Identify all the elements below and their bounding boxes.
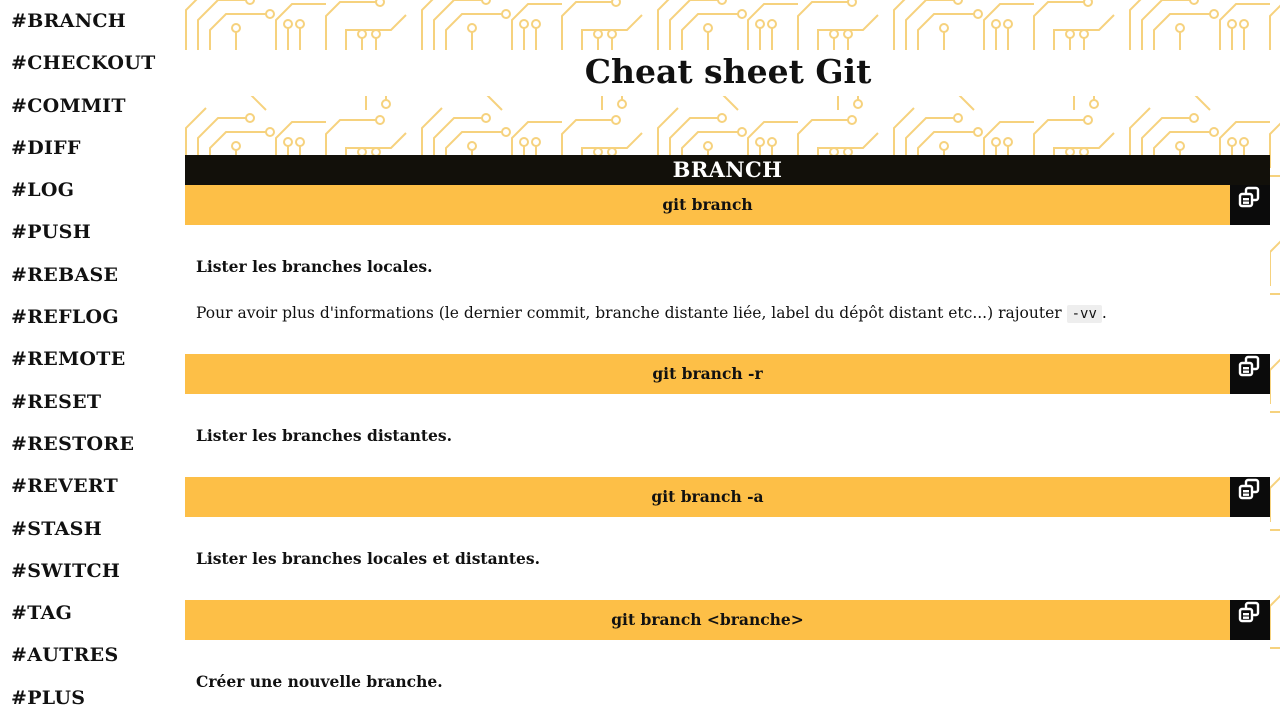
sidebar-item-plus[interactable]: #PLUS	[0, 684, 176, 720]
title-band: Cheat sheet Git	[176, 50, 1280, 96]
page-title: Cheat sheet Git	[584, 52, 872, 91]
copy-button[interactable]	[1230, 354, 1270, 394]
copy-icon	[1238, 477, 1262, 517]
copy-button[interactable]	[1230, 185, 1270, 225]
command-description: Lister les branches locales et distantes…	[185, 517, 1270, 600]
command-bar: git branch -a	[185, 477, 1270, 517]
sidebar-item-push[interactable]: #PUSH	[0, 218, 176, 260]
option-code: -vv	[1066, 305, 1102, 323]
detail-text: Pour avoir plus d'informations (le derni…	[196, 303, 1259, 324]
copy-icon	[1238, 354, 1262, 394]
sidebar-item-remote[interactable]: #REMOTE	[0, 345, 176, 387]
command-text: git branch -a	[651, 487, 764, 506]
sidebar-item-branch[interactable]: #BRANCH	[0, 7, 176, 49]
command-bar: git branch	[185, 185, 1270, 225]
command-bar: git branch -r	[185, 354, 1270, 394]
sidebar-item-revert[interactable]: #REVERT	[0, 472, 176, 514]
description-text: Lister les branches locales.	[196, 257, 433, 276]
description-text: Lister les branches locales et distantes…	[196, 549, 541, 568]
content-panel: BRANCH git branch Lister les branches lo…	[185, 155, 1270, 720]
copy-button[interactable]	[1230, 477, 1270, 517]
command-bar: git branch <branche>	[185, 600, 1270, 640]
description-text: Créer une nouvelle branche.	[196, 672, 443, 691]
command-description: Créer une nouvelle branche.	[185, 640, 1270, 720]
command-text: git branch	[662, 195, 753, 214]
sidebar-item-log[interactable]: #LOG	[0, 176, 176, 218]
section-title: BRANCH	[185, 155, 1270, 185]
sidebar-item-tag[interactable]: #TAG	[0, 599, 176, 641]
detail-text-after: .	[1101, 304, 1107, 322]
command-description: Lister les branches locales. Pour avoir …	[185, 225, 1270, 354]
command-text: git branch -r	[652, 364, 763, 383]
detail-text-before: Pour avoir plus d'informations (le derni…	[196, 304, 1067, 322]
sidebar-item-reset[interactable]: #RESET	[0, 388, 176, 430]
sidebar-item-checkout[interactable]: #CHECKOUT	[0, 49, 176, 91]
sidebar-item-restore[interactable]: #RESTORE	[0, 430, 176, 472]
sidebar-item-autres[interactable]: #AUTRES	[0, 641, 176, 683]
description-text: Lister les branches distantes.	[196, 426, 453, 445]
sidebar-nav: #BRANCH #CHECKOUT #COMMIT #DIFF #LOG #PU…	[0, 0, 176, 720]
sidebar-item-commit[interactable]: #COMMIT	[0, 92, 176, 134]
command-text: git branch <branche>	[611, 610, 804, 629]
sidebar-item-rebase[interactable]: #REBASE	[0, 261, 176, 303]
command-description: Lister les branches distantes.	[185, 394, 1270, 477]
sidebar-item-stash[interactable]: #STASH	[0, 515, 176, 557]
sidebar-item-switch[interactable]: #SWITCH	[0, 557, 176, 599]
sidebar-item-reflog[interactable]: #REFLOG	[0, 303, 176, 345]
copy-icon	[1238, 600, 1262, 640]
copy-button[interactable]	[1230, 600, 1270, 640]
sidebar-item-diff[interactable]: #DIFF	[0, 134, 176, 176]
copy-icon	[1238, 185, 1262, 225]
